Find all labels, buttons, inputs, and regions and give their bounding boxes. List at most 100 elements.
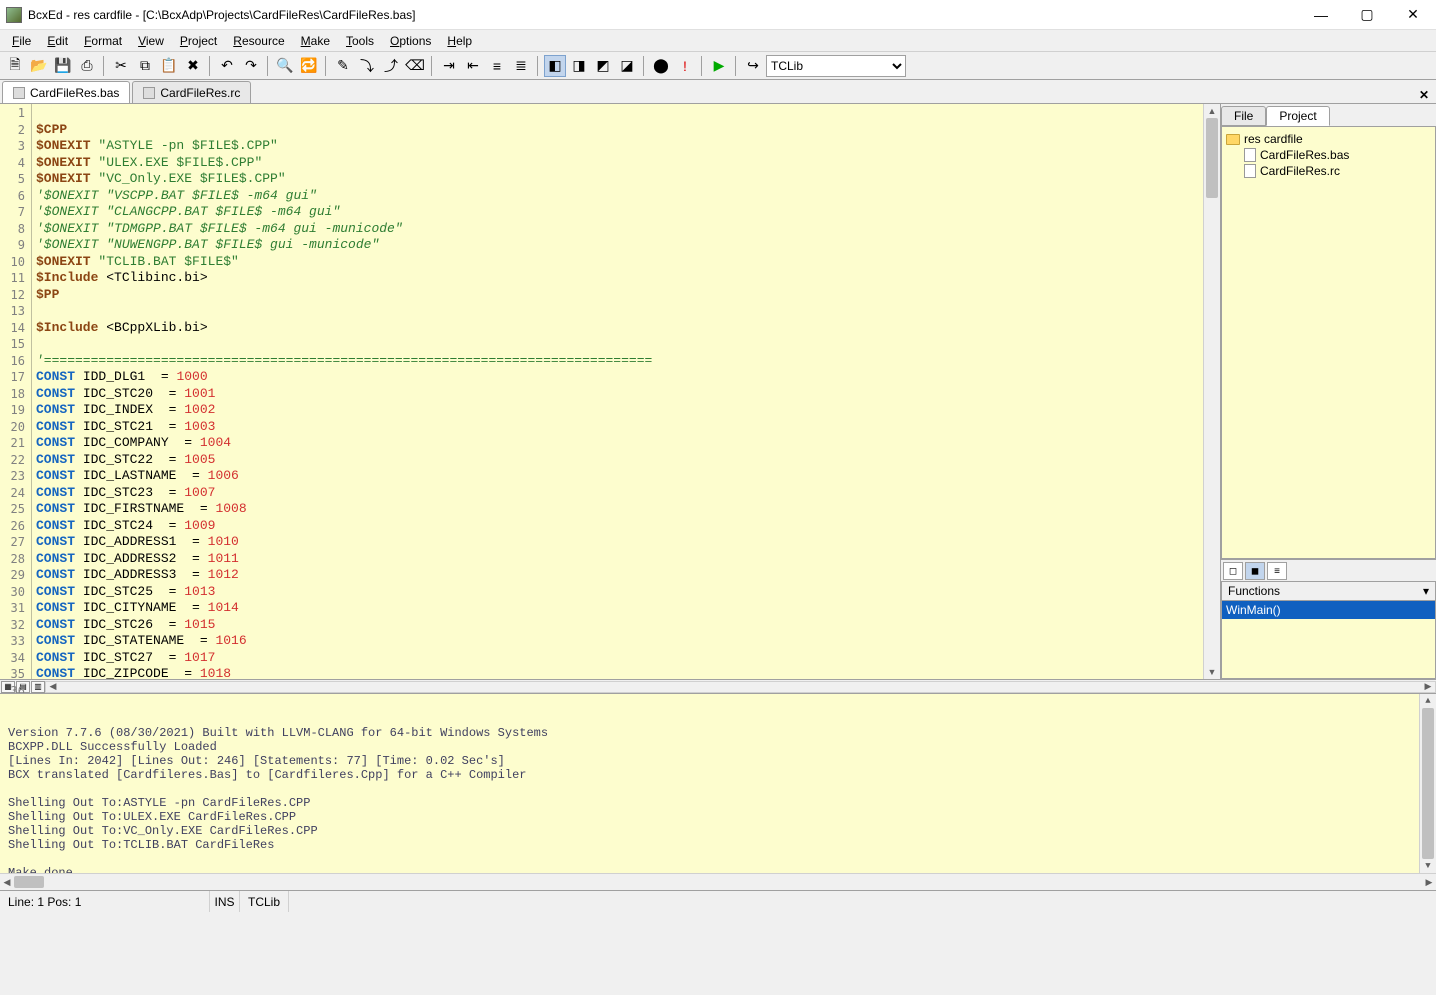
find-button[interactable]: 🔍	[274, 55, 296, 77]
menu-options[interactable]: Options	[382, 32, 439, 50]
compiler-select[interactable]: TCLib	[766, 55, 906, 77]
open-file-button[interactable]: 📂	[28, 55, 50, 77]
output-hscrollbar[interactable]: ◀ ▶	[0, 873, 1436, 890]
tab-label: CardFileRes.bas	[30, 86, 119, 100]
code-line	[36, 336, 1203, 353]
cut-button[interactable]: ✂	[110, 55, 132, 77]
function-item[interactable]: WinMain()	[1222, 601, 1435, 619]
functions-label[interactable]: Functions ▾	[1221, 581, 1436, 601]
editor-hscrollbar[interactable]: ◀ ▶	[45, 681, 1436, 693]
replace-button[interactable]: 🔁	[298, 55, 320, 77]
uncomment-button[interactable]: ≣	[510, 55, 532, 77]
menu-make[interactable]: Make	[293, 32, 338, 50]
line-number: 5	[0, 171, 25, 188]
menu-view[interactable]: View	[130, 32, 172, 50]
scroll-thumb[interactable]	[14, 876, 44, 888]
panel-2-button[interactable]: ◨	[568, 55, 590, 77]
undo-button[interactable]: ↶	[216, 55, 238, 77]
func-view-2-button[interactable]: ◼	[1245, 562, 1265, 580]
close-tab-button[interactable]: ✕	[1416, 87, 1432, 103]
outdent-button[interactable]: ⇤	[462, 55, 484, 77]
code-line: CONST IDC_ZIPCODE = 1018	[36, 666, 1203, 679]
panel-3-button[interactable]: ◩	[592, 55, 614, 77]
output-line: [Lines In: 2042] [Lines Out: 246] [State…	[8, 754, 1428, 768]
save-all-button[interactable]: ⎙	[76, 55, 98, 77]
project-tree[interactable]: res cardfile CardFileRes.bas CardFileRes…	[1221, 126, 1436, 559]
scroll-right-icon[interactable]: ▶	[1422, 874, 1436, 890]
tree-file-item[interactable]: CardFileRes.rc	[1244, 163, 1431, 179]
functions-list[interactable]: WinMain()	[1221, 601, 1436, 679]
file-icon	[13, 87, 25, 99]
line-number: 8	[0, 221, 25, 238]
tab-label: CardFileRes.rc	[160, 86, 240, 100]
bookmark-prev-button[interactable]: ⤴	[380, 55, 402, 77]
line-gutter: 1234567891011121314151617181920212223242…	[0, 104, 32, 679]
maximize-button[interactable]: ▢	[1344, 0, 1390, 30]
line-number: 35	[0, 666, 25, 683]
scroll-left-icon[interactable]: ◀	[46, 682, 60, 692]
project-name: res cardfile	[1244, 132, 1303, 146]
scroll-up-icon[interactable]: ▲	[1204, 104, 1220, 118]
func-view-3-button[interactable]: ≡	[1267, 562, 1287, 580]
document-tab[interactable]: CardFileRes.bas	[2, 81, 130, 103]
scroll-down-icon[interactable]: ▼	[1420, 859, 1436, 873]
redo-button[interactable]: ↷	[240, 55, 262, 77]
panel-1-button[interactable]: ◧	[544, 55, 566, 77]
menu-help[interactable]: Help	[439, 32, 480, 50]
code-line: '=======================================…	[36, 353, 1203, 370]
scroll-right-icon[interactable]: ▶	[1421, 682, 1435, 692]
status-position: Line: 1 Pos: 1	[0, 891, 210, 912]
bookmark-clear-button[interactable]: ⌫	[404, 55, 426, 77]
copy-button[interactable]: ⧉	[134, 55, 156, 77]
indent-button[interactable]: ⇥	[438, 55, 460, 77]
build-button[interactable]: ↪	[742, 55, 764, 77]
code-line: $PP	[36, 287, 1203, 304]
comment-button[interactable]: ≡	[486, 55, 508, 77]
output-vscrollbar[interactable]: ▲ ▼	[1419, 694, 1436, 873]
panel-4-button[interactable]: ◪	[616, 55, 638, 77]
menu-format[interactable]: Format	[76, 32, 130, 50]
minimize-button[interactable]: —	[1298, 0, 1344, 30]
status-insert-mode: INS	[210, 891, 240, 912]
menu-project[interactable]: Project	[172, 32, 225, 50]
run-button[interactable]: ▶	[708, 55, 730, 77]
file-name: CardFileRes.bas	[1260, 148, 1349, 162]
save-button[interactable]: 💾	[52, 55, 74, 77]
editor-vscrollbar[interactable]: ▲ ▼	[1203, 104, 1220, 679]
new-file-button[interactable]: 🗎	[4, 55, 26, 77]
app-icon	[6, 7, 22, 23]
menu-resource[interactable]: Resource	[225, 32, 292, 50]
scroll-down-icon[interactable]: ▼	[1204, 665, 1220, 679]
tree-file-item[interactable]: CardFileRes.bas	[1244, 147, 1431, 163]
menu-tools[interactable]: Tools	[338, 32, 382, 50]
scroll-left-icon[interactable]: ◀	[0, 874, 14, 890]
bookmark-button[interactable]: ✎	[332, 55, 354, 77]
tree-project-root[interactable]: res cardfile	[1226, 131, 1431, 147]
menu-file[interactable]: File	[4, 32, 39, 50]
scroll-up-icon[interactable]: ▲	[1420, 694, 1436, 708]
code-editor[interactable]: $CPP$ONEXIT "ASTYLE -pn $FILE$.CPP"$ONEX…	[32, 104, 1203, 679]
line-number: 29	[0, 567, 25, 584]
document-tab[interactable]: CardFileRes.rc	[132, 81, 251, 103]
breakpoint-button[interactable]: ⬤	[650, 55, 672, 77]
func-view-1-button[interactable]: ◻	[1223, 562, 1243, 580]
scroll-thumb[interactable]	[1422, 708, 1434, 859]
tab-file[interactable]: File	[1221, 106, 1266, 126]
stop-button[interactable]: !	[674, 55, 696, 77]
close-button[interactable]: ✕	[1390, 0, 1436, 30]
toolbar: 🗎 📂 💾 ⎙ ✂ ⧉ 📋 ✖ ↶ ↷ 🔍 🔁 ✎ ⤵ ⤴ ⌫ ⇥ ⇤ ≡ ≣ …	[0, 52, 1436, 80]
code-line	[36, 105, 1203, 122]
code-line: CONST IDC_CITYNAME = 1014	[36, 600, 1203, 617]
bookmark-next-button[interactable]: ⤵	[356, 55, 378, 77]
code-line: CONST IDC_STC23 = 1007	[36, 485, 1203, 502]
tab-project[interactable]: Project	[1266, 106, 1329, 126]
file-name: CardFileRes.rc	[1260, 164, 1340, 178]
output-line: BCX translated [Cardfileres.Bas] to [Car…	[8, 768, 1428, 782]
split-view-3-button[interactable]: ▥	[31, 681, 45, 693]
paste-button[interactable]: 📋	[158, 55, 180, 77]
scroll-thumb[interactable]	[1206, 118, 1218, 198]
delete-button[interactable]: ✖	[182, 55, 204, 77]
output-panel[interactable]: Version 7.7.6 (08/30/2021) Built with LL…	[0, 693, 1436, 873]
code-line: '$ONEXIT "NUWENGPP.BAT $FILE$ gui -munic…	[36, 237, 1203, 254]
menu-edit[interactable]: Edit	[39, 32, 76, 50]
